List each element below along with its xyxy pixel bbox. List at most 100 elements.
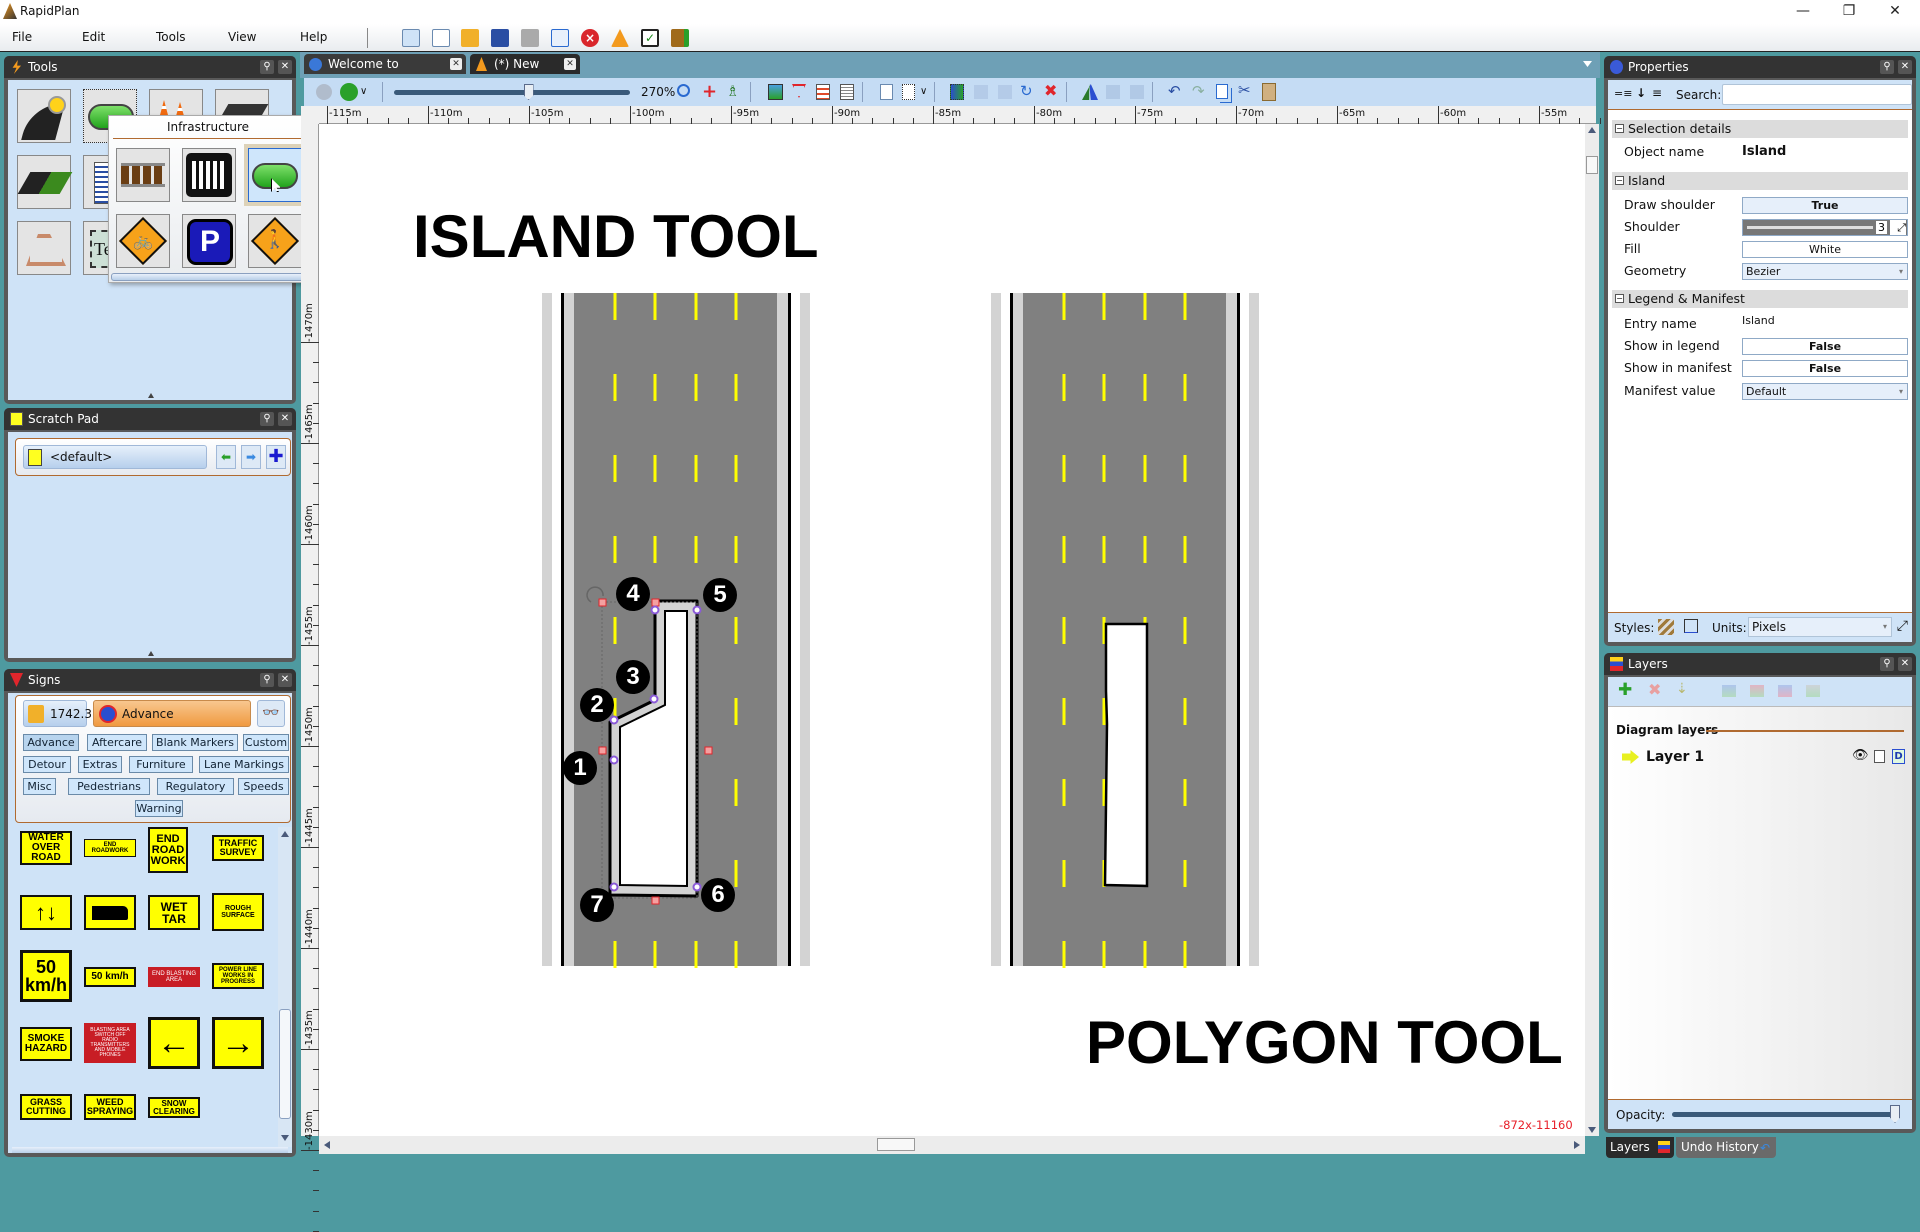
menu-help[interactable]: Help	[300, 30, 327, 44]
pin-icon[interactable]: ⚲	[260, 412, 274, 426]
previous-arrow-icon[interactable]: ⬅	[216, 445, 236, 469]
section-island[interactable]: − Island	[1612, 172, 1908, 190]
sort-down-icon[interactable]: ↓	[1636, 86, 1646, 100]
collapse-icon[interactable]: −	[1615, 294, 1624, 303]
menu-view[interactable]: View	[228, 30, 256, 44]
sign-truck[interactable]	[84, 895, 136, 930]
pedestrian-crossing-tile[interactable]	[182, 148, 236, 202]
zoom-magnifier-icon[interactable]	[677, 84, 690, 97]
drawing-canvas[interactable]: ISLAND TOOL POLYGON TOOL 1 2 3 4 5 6 7 -…	[319, 124, 1585, 1136]
scroll-left-arrow-icon[interactable]	[324, 1141, 330, 1149]
copy-icon[interactable]	[1216, 84, 1228, 99]
opacity-slider-thumb[interactable]	[1890, 1105, 1900, 1123]
zoom-slider-thumb[interactable]	[523, 84, 534, 100]
sign-tab-blank-markers[interactable]: Blank Markers	[152, 734, 238, 751]
area-tool-tile[interactable]	[17, 155, 73, 209]
scroll-up-arrow-icon[interactable]	[1588, 127, 1596, 133]
sign-tab-advance[interactable]: Advance	[23, 734, 79, 751]
sign-rough-surface[interactable]: ROUGH SURFACE	[212, 893, 264, 931]
close-tab-icon[interactable]: ✕	[450, 58, 462, 70]
standard-selector[interactable]: 1742.3	[23, 700, 92, 727]
save-style-icon[interactable]	[1684, 619, 1698, 633]
sign-50-kmh-large[interactable]: 50 km/h	[20, 950, 72, 1002]
expand-editor-icon[interactable]: ⤢	[1890, 220, 1906, 235]
sign-gallery-scrollbar[interactable]	[278, 827, 292, 1147]
visibility-eye-icon[interactable]: 👁	[1852, 748, 1869, 763]
sign-tab-extras[interactable]: Extras	[78, 756, 122, 773]
sign-end-road-work[interactable]: END ROAD WORK	[148, 827, 188, 873]
sign-end-roadwork[interactable]: END ROADWORK	[84, 839, 136, 857]
chevron-down-icon[interactable]: ∨	[360, 86, 367, 97]
traffic-cone-icon[interactable]	[611, 29, 629, 47]
alphabetical-list-icon[interactable]: ≡	[1652, 86, 1662, 100]
select-all-icon[interactable]	[950, 84, 964, 100]
menu-edit[interactable]: Edit	[82, 30, 105, 44]
page-setup-icon[interactable]	[902, 84, 915, 100]
merge-layer-icon[interactable]: ⇣	[1676, 681, 1688, 697]
pin-icon[interactable]: ⚲	[1880, 60, 1894, 74]
dropdown-arrow-icon[interactable]: ▾	[1899, 264, 1903, 279]
prop-value-fill[interactable]: White	[1742, 241, 1908, 258]
measure-icon[interactable]: ♗	[726, 82, 739, 100]
align-icon[interactable]	[1106, 85, 1120, 99]
railway-track-tile[interactable]	[116, 148, 170, 202]
section-legend-manifest[interactable]: − Legend & Manifest	[1612, 290, 1908, 308]
vertical-scrollbar[interactable]	[1585, 124, 1599, 1136]
scroll-thumb[interactable]	[279, 1009, 291, 1119]
sign-tab-regulatory[interactable]: Regulatory	[157, 778, 234, 795]
flyout-collapse-bar[interactable]	[111, 273, 305, 281]
scroll-right-arrow-icon[interactable]	[1574, 1141, 1580, 1149]
sign-grass-cutting[interactable]: GRASS CUTTING	[20, 1094, 72, 1120]
lock-icon[interactable]	[1874, 750, 1885, 763]
prop-value-object-name[interactable]: Island	[1742, 144, 1786, 159]
bottom-tab-undo-history[interactable]: Undo History ↶	[1676, 1137, 1776, 1158]
pedestrian-sign-tile[interactable]: 🚶	[248, 214, 302, 268]
layer-row[interactable]: Layer 1 👁 D	[1616, 747, 1905, 769]
sign-tab-warning[interactable]: Warning	[135, 800, 183, 817]
horizontal-scrollbar[interactable]	[319, 1136, 1585, 1154]
scratch-pad-selector[interactable]: <default>	[23, 445, 207, 469]
scroll-up-arrow-icon[interactable]	[281, 831, 289, 837]
sign-power-line-works[interactable]: POWER LINE WORKS IN PROGRESS	[212, 963, 264, 989]
road-tool-tile[interactable]	[17, 89, 71, 143]
delete-layer-icon[interactable]: ✖	[1648, 680, 1661, 699]
background-image-icon[interactable]	[768, 84, 783, 100]
prop-value-draw-shoulder[interactable]: True	[1742, 197, 1908, 214]
pin-icon[interactable]: ⚲	[260, 673, 274, 687]
paste-clipboard-icon[interactable]	[1262, 83, 1276, 101]
close-window-button[interactable]: ✕	[1872, 0, 1918, 24]
island-tile-selected[interactable]	[244, 144, 306, 206]
opacity-slider-track[interactable]	[1672, 1112, 1900, 1117]
export-icon[interactable]	[551, 29, 569, 47]
close-icon[interactable]: ✕	[278, 673, 292, 687]
send-back-icon[interactable]	[998, 85, 1012, 99]
layer-style-icon[interactable]	[340, 83, 358, 101]
horizontal-scroll-thumb[interactable]	[877, 1138, 915, 1151]
scroll-down-arrow-icon[interactable]	[1588, 1127, 1596, 1133]
tab-new-plan[interactable]: (*) New Plan ✕	[470, 54, 580, 91]
sign-tab-custom[interactable]: Custom	[243, 734, 289, 751]
add-layer-icon[interactable]: ✚	[1618, 680, 1632, 700]
rotate-icon[interactable]: ↻	[1020, 82, 1033, 100]
sign-tab-speeds[interactable]: Speeds	[238, 778, 289, 795]
page-icon[interactable]	[880, 84, 893, 100]
pan-crosshair-icon[interactable]: +	[702, 81, 717, 102]
sign-blasting-area[interactable]: BLASTING AREA SWITCH OFF RADIO TRANSMITT…	[84, 1023, 136, 1063]
flip-icon[interactable]	[1082, 84, 1098, 100]
chevron-down-icon[interactable]: ∨	[920, 86, 927, 97]
sign-weed-spraying[interactable]: WEED SPRAYING	[84, 1094, 136, 1120]
distribute-icon[interactable]	[1130, 85, 1144, 99]
vertical-scroll-thumb[interactable]	[1586, 156, 1598, 174]
pin-icon[interactable]: ⚲	[1880, 657, 1894, 671]
bottom-tab-layers[interactable]: Layers	[1606, 1137, 1674, 1158]
expand-arrow-icon[interactable]	[148, 651, 154, 656]
sign-snow-clearing[interactable]: SNOW CLEARING	[148, 1097, 200, 1118]
sign-smoke-hazard[interactable]: SMOKE HAZARD	[20, 1027, 72, 1061]
dropdown-arrow-icon[interactable]: ▾	[1899, 384, 1903, 399]
add-plus-icon[interactable]: ✚	[266, 445, 286, 469]
units-dropdown[interactable]: Pixels ▾	[1748, 617, 1892, 637]
legend-icon[interactable]	[816, 84, 830, 100]
open-folder-icon[interactable]	[461, 29, 479, 47]
sign-tab-lane-markings[interactable]: Lane Markings	[199, 756, 289, 773]
tab-welcome[interactable]: Welcome to RapidPlan ✕	[304, 54, 466, 91]
